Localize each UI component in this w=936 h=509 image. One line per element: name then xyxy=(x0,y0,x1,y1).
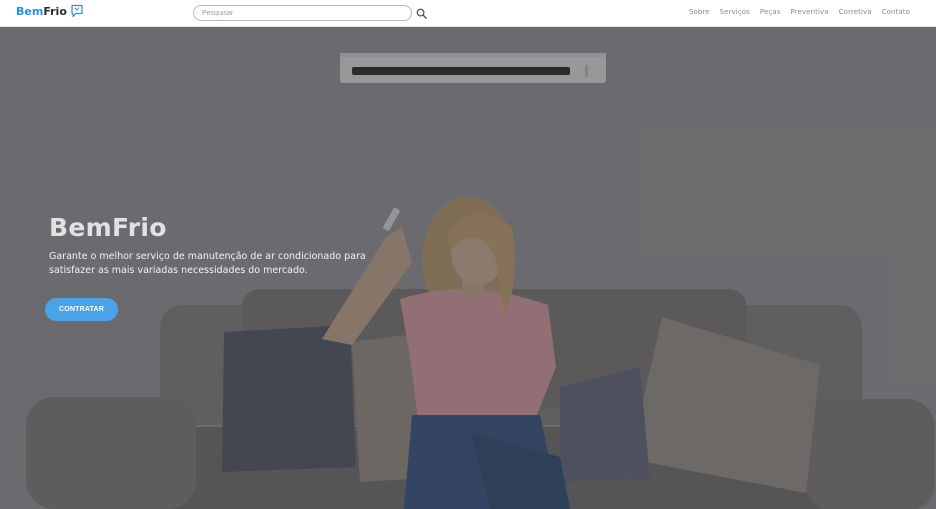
search-icon[interactable] xyxy=(416,8,427,19)
main-nav: Sobre Serviços Peças Preventiva Corretiv… xyxy=(689,8,910,16)
search-bar xyxy=(193,5,427,21)
nav-link-sobre[interactable]: Sobre xyxy=(689,8,710,16)
search-input[interactable] xyxy=(193,5,412,21)
contratar-button[interactable]: CONTRATAR xyxy=(45,298,118,321)
logo-text-bem: Bem xyxy=(16,4,44,18)
chat-bubble-icon xyxy=(71,4,83,18)
nav-link-contato[interactable]: Contato xyxy=(882,8,910,16)
top-navbar: BemFrio Sobre Serviços Peças Preventiva … xyxy=(0,0,936,27)
hero-banner: BemFrio Garante o melhor serviço de manu… xyxy=(0,27,936,509)
nav-link-corretiva[interactable]: Corretiva xyxy=(839,8,872,16)
hero-title: BemFrio xyxy=(49,213,167,242)
logo-text-frio: Frio xyxy=(43,4,67,18)
logo-text: BemFrio xyxy=(16,5,67,18)
nav-link-pecas[interactable]: Peças xyxy=(760,8,781,16)
nav-link-preventiva[interactable]: Preventiva xyxy=(791,8,829,16)
hero-subtitle: Garante o melhor serviço de manutenção d… xyxy=(49,251,366,276)
brand-logo[interactable]: BemFrio xyxy=(16,4,84,18)
nav-link-servicos[interactable]: Serviços xyxy=(720,8,750,16)
